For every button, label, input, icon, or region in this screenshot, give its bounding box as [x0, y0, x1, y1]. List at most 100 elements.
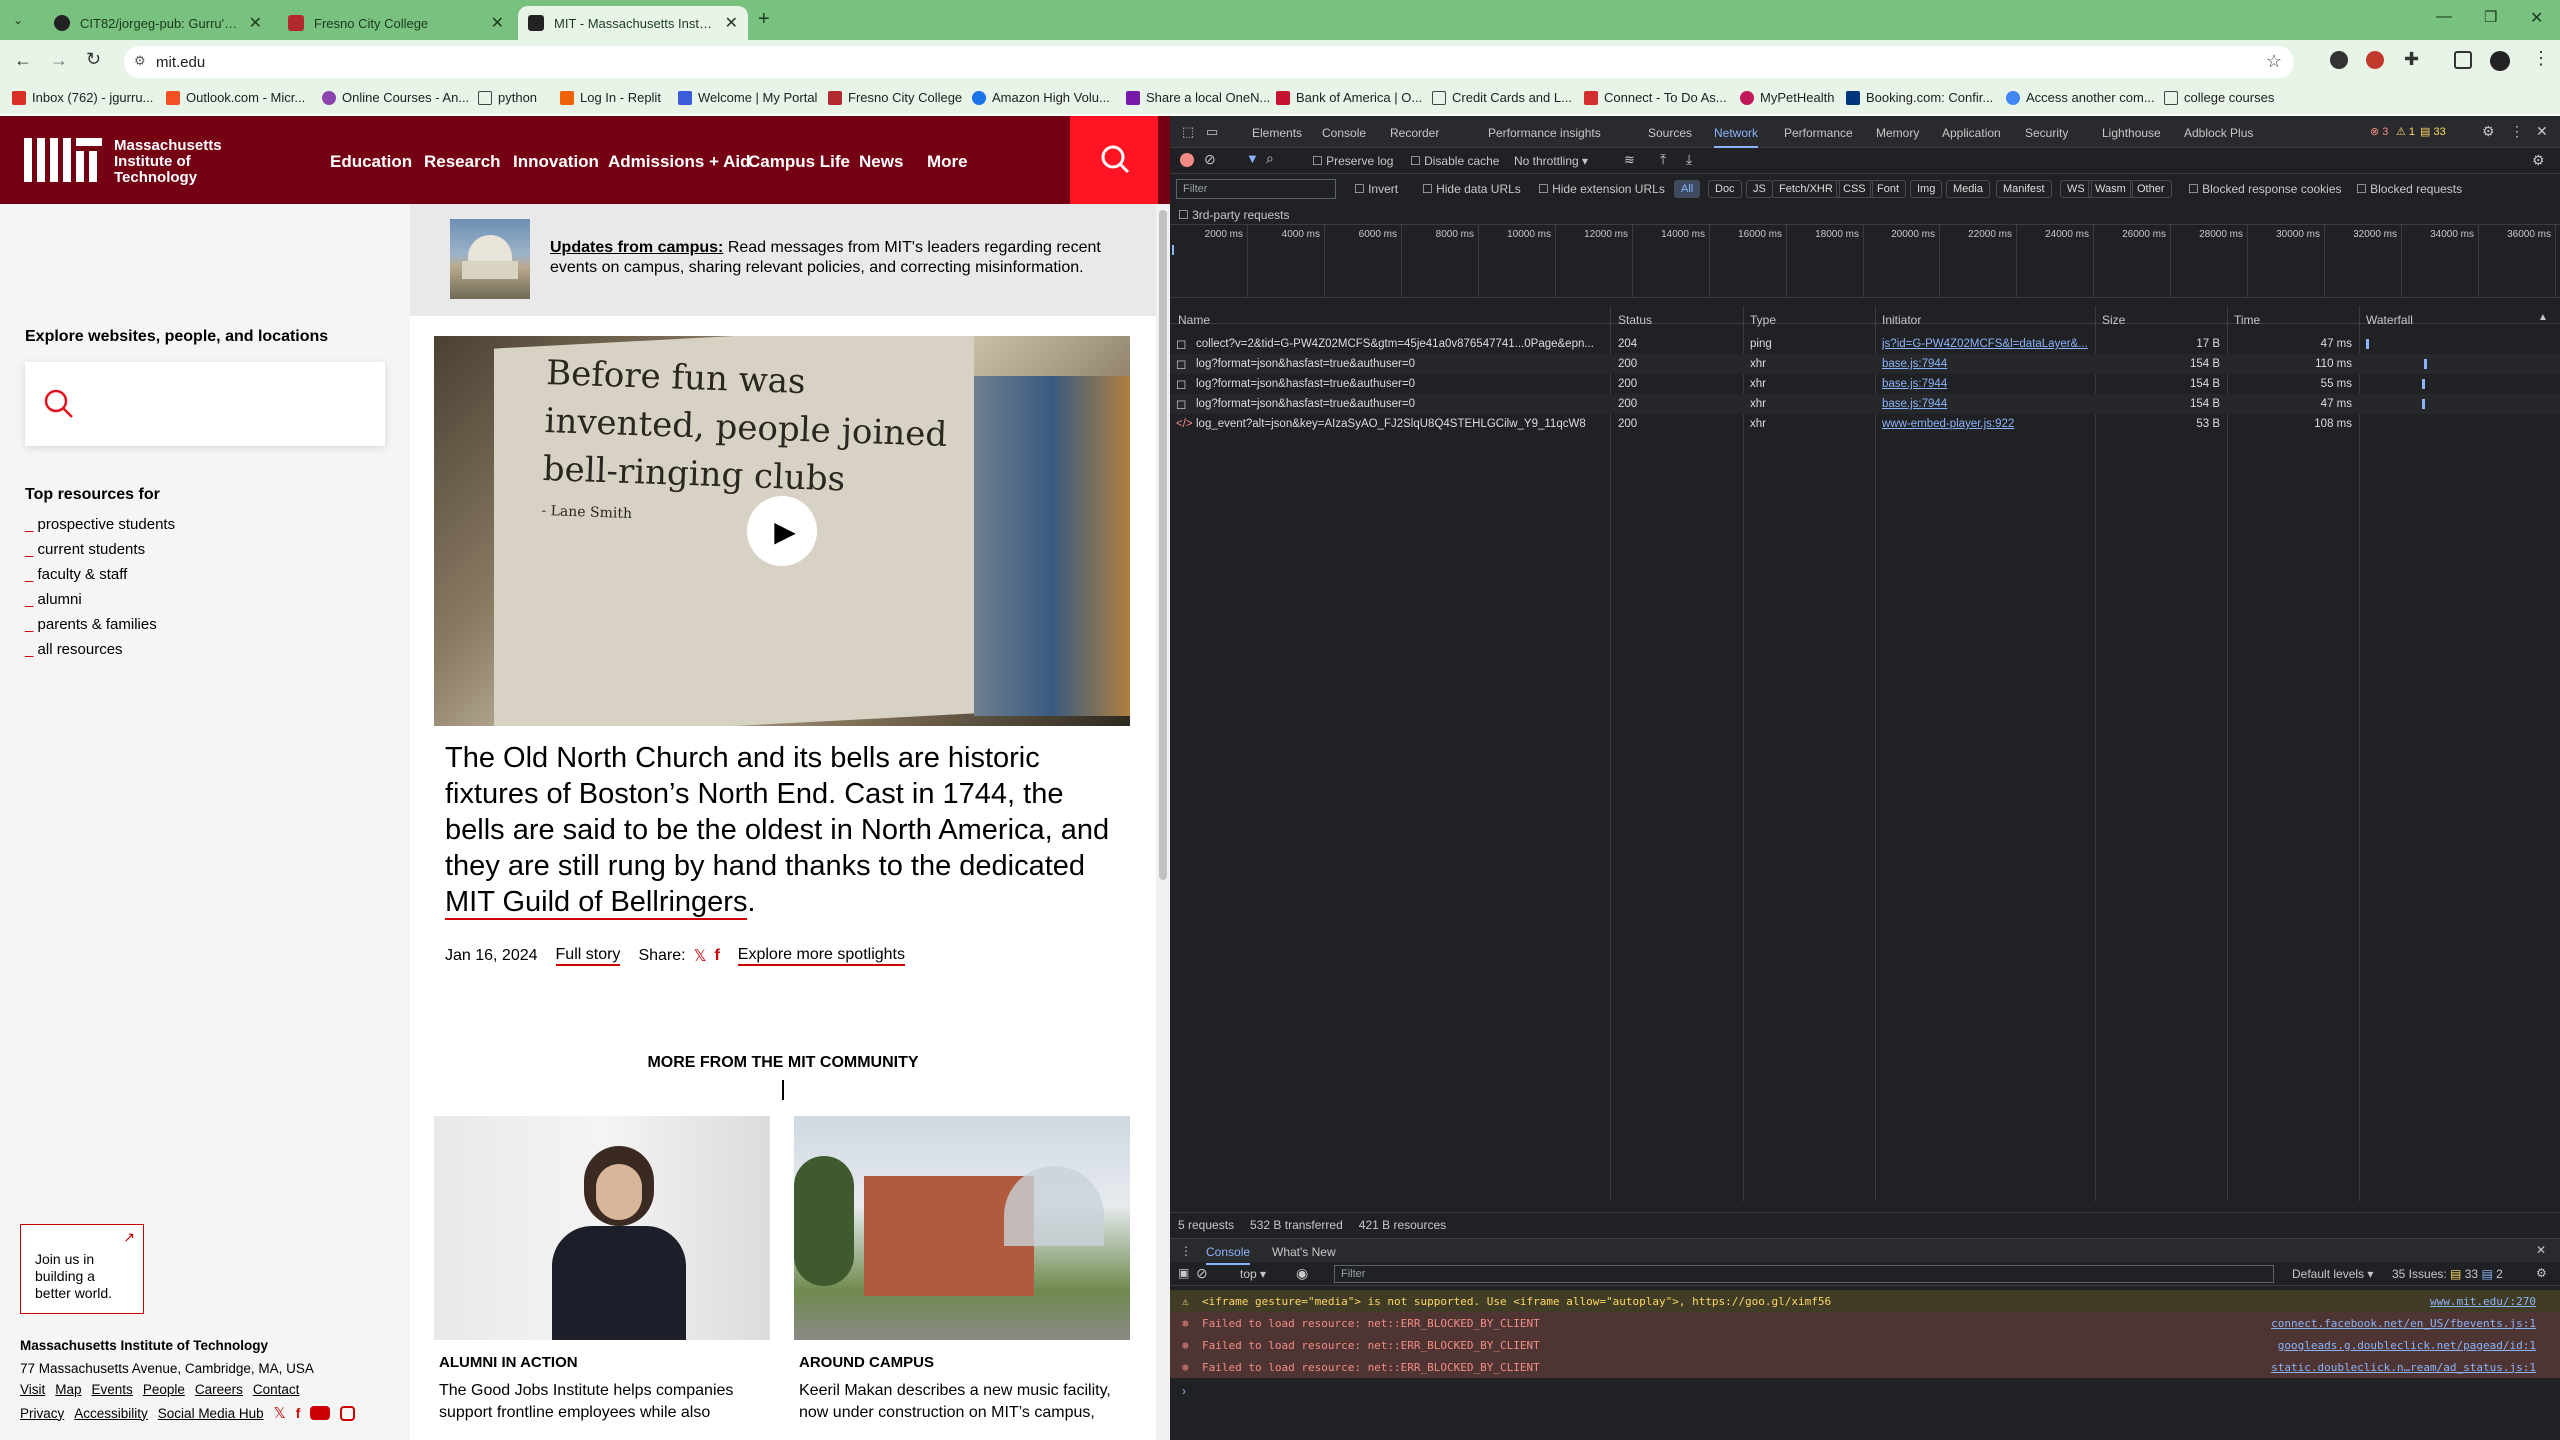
tab-github[interactable]: CIT82/jorgeg-pub: Gurru's pub ✕ — [44, 6, 272, 40]
nav-campus-life[interactable]: Campus Life — [748, 152, 850, 172]
console-settings-icon[interactable]: ⚙ — [2536, 1266, 2547, 1280]
youtube-icon[interactable] — [310, 1406, 331, 1420]
bellringers-link[interactable]: MIT Guild of Bellringers — [445, 886, 748, 920]
type-chip-other[interactable]: Other — [2130, 180, 2172, 198]
nav-innovation[interactable]: Innovation — [513, 152, 599, 172]
instagram-icon[interactable] — [340, 1405, 356, 1421]
context-select[interactable]: top ▾ — [1240, 1267, 1266, 1281]
footer-link[interactable]: Accessibility — [74, 1406, 148, 1421]
import-har-icon[interactable]: ⤒ — [1660, 151, 1666, 168]
minimize-button[interactable]: — — [2436, 8, 2452, 26]
console-source-link[interactable]: googleads.g.doubleclick.net/pagead/id:1 — [2278, 1339, 2536, 1352]
clear-console-icon[interactable]: ⊘ — [1196, 1265, 1208, 1282]
export-har-icon[interactable]: ⤓ — [1686, 151, 1692, 168]
nav-research[interactable]: Research — [424, 152, 501, 172]
nav-admissions[interactable]: Admissions + Aid — [608, 152, 750, 172]
close-drawer-icon[interactable]: ✕ — [2536, 1243, 2546, 1257]
record-icon[interactable] — [1180, 153, 1194, 167]
inspect-icon[interactable]: ⬚ — [1182, 124, 1194, 140]
devtools-tab-application[interactable]: Application — [1942, 126, 2001, 140]
extension-icon[interactable] — [2330, 51, 2348, 69]
bookmark[interactable]: Access another com... — [2006, 90, 2155, 105]
console-source-link[interactable]: static.doubleclick.n…ream/ad_status.js:1 — [2271, 1361, 2536, 1374]
type-chip-media[interactable]: Media — [1946, 180, 1990, 198]
bookmark[interactable]: MyPetHealth — [1740, 90, 1834, 105]
type-chip-wasm[interactable]: Wasm — [2088, 180, 2133, 198]
kebab-menu-icon[interactable]: ⋮ — [2510, 123, 2524, 140]
bookmark[interactable]: Welcome | My Portal — [678, 90, 817, 105]
disable-cache-checkbox[interactable]: ☐ Disable cache — [1410, 154, 1499, 168]
col-time[interactable]: Time — [2234, 313, 2260, 327]
restore-button[interactable]: ❐ — [2484, 8, 2497, 26]
footer-link[interactable]: Social Media Hub — [158, 1406, 264, 1421]
preserve-log-checkbox[interactable]: ☐ Preserve log — [1312, 154, 1393, 168]
resource-link[interactable]: _ all resources — [25, 637, 175, 662]
nav-education[interactable]: Education — [330, 152, 412, 172]
bookmark[interactable]: python — [478, 90, 537, 105]
site-search-input[interactable] — [25, 362, 385, 446]
resource-link[interactable]: _ prospective students — [25, 512, 175, 537]
campus-image[interactable] — [794, 1116, 1130, 1340]
request-row[interactable]: ☐ log?format=json&hasfast=true&authuser=… — [1170, 394, 2560, 414]
tab-mit[interactable]: MIT - Massachusetts Institute o ✕ — [518, 6, 748, 40]
settings-gear-icon[interactable]: ⚙ — [2482, 123, 2495, 140]
console-prompt[interactable]: › — [1182, 1384, 1186, 1398]
request-initiator[interactable]: www-embed-player.js:922 — [1882, 418, 2092, 430]
close-icon[interactable]: ✕ — [491, 13, 504, 33]
type-chip-ws[interactable]: WS — [2060, 180, 2092, 198]
device-toggle-icon[interactable]: ▭ — [1206, 124, 1218, 140]
bookmark[interactable]: Outlook.com - Micr... — [166, 90, 305, 105]
invert-checkbox[interactable]: ☐ Invert — [1354, 182, 1398, 196]
scroll-thumb[interactable] — [1159, 210, 1167, 880]
devtools-tab-elements[interactable]: Elements — [1252, 126, 1302, 140]
type-chip-font[interactable]: Font — [1870, 180, 1907, 198]
bookmark[interactable]: Amazon High Volu... — [972, 90, 1110, 105]
col-initiator[interactable]: Initiator — [1882, 313, 1921, 327]
bookmark[interactable]: Share a local OneN... — [1126, 90, 1270, 105]
extensions-puzzle-icon[interactable]: ✚ — [2404, 49, 2419, 70]
nav-more[interactable]: More — [927, 152, 968, 172]
blocked-cookies-checkbox[interactable]: ☐ Blocked response cookies — [2188, 182, 2342, 196]
close-window-button[interactable]: ✕ — [2530, 8, 2543, 28]
type-chip-manifest[interactable]: Manifest — [1996, 180, 2052, 198]
close-icon[interactable]: ✕ — [725, 13, 738, 33]
resource-link[interactable]: _ faculty & staff — [25, 562, 175, 587]
clear-icon[interactable]: ⊘ — [1204, 151, 1216, 168]
request-row[interactable]: ☐ log?format=json&hasfast=true&authuser=… — [1170, 354, 2560, 374]
request-row[interactable]: ☐ log?format=json&hasfast=true&authuser=… — [1170, 374, 2560, 394]
request-row[interactable]: ☐ collect?v=2&tid=G-PW4Z02MCFS&gtm=45je4… — [1170, 334, 2560, 354]
back-arrow-icon[interactable]: ← — [14, 50, 32, 71]
updates-banner[interactable]: Updates from campus: Read messages from … — [410, 204, 1156, 316]
tab-search-icon[interactable]: ⌄ — [8, 10, 28, 30]
bookmark[interactable]: Fresno City College — [828, 90, 962, 105]
hide-extension-urls-checkbox[interactable]: ☐ Hide extension URLs — [1538, 182, 1665, 196]
video-player[interactable]: Before fun was invented, people joined b… — [434, 336, 1130, 726]
nav-news[interactable]: News — [859, 152, 903, 172]
devtools-tab-network[interactable]: Network — [1714, 126, 1759, 148]
join-us-card[interactable]: ↗ Join us in building a better world. — [20, 1224, 144, 1314]
side-panel-icon[interactable] — [2454, 51, 2472, 69]
network-settings-icon[interactable]: ⚙ — [2532, 152, 2545, 169]
devtools-tab-sources[interactable]: Sources — [1648, 126, 1692, 140]
type-chip-css[interactable]: CSS — [1836, 180, 1873, 198]
bookmark[interactable]: Log In - Replit — [560, 90, 661, 105]
sidebar-toggle-icon[interactable]: ▣ — [1178, 1266, 1189, 1280]
live-expression-eye-icon[interactable]: ◉ — [1296, 1265, 1308, 1282]
error-count[interactable]: ⊗ 3 — [2370, 125, 2388, 138]
facebook-icon[interactable]: f — [714, 947, 719, 965]
card-text[interactable]: The Good Jobs Institute helps companies … — [439, 1380, 769, 1424]
network-filter-input[interactable]: Filter — [1176, 179, 1336, 199]
adblock-icon[interactable] — [2366, 51, 2384, 69]
bookmark-star-icon[interactable]: ☆ — [2266, 51, 2282, 72]
filter-icon[interactable]: ▼ — [1246, 151, 1259, 166]
blocked-requests-checkbox[interactable]: ☐ Blocked requests — [2356, 182, 2462, 196]
console-filter-input[interactable]: Filter — [1334, 1265, 2274, 1283]
throttling-select[interactable]: No throttling ▾ — [1514, 154, 1588, 168]
mit-logo[interactable] — [24, 138, 104, 182]
devtools-tab-recorder[interactable]: Recorder — [1390, 126, 1439, 140]
devtools-tab-memory[interactable]: Memory — [1876, 126, 1919, 140]
footer-link[interactable]: Visit — [20, 1382, 45, 1397]
col-name[interactable]: Name — [1178, 313, 1210, 327]
resource-link[interactable]: _ alumni — [25, 587, 175, 612]
bookmark[interactable]: Online Courses - An... — [322, 90, 469, 105]
